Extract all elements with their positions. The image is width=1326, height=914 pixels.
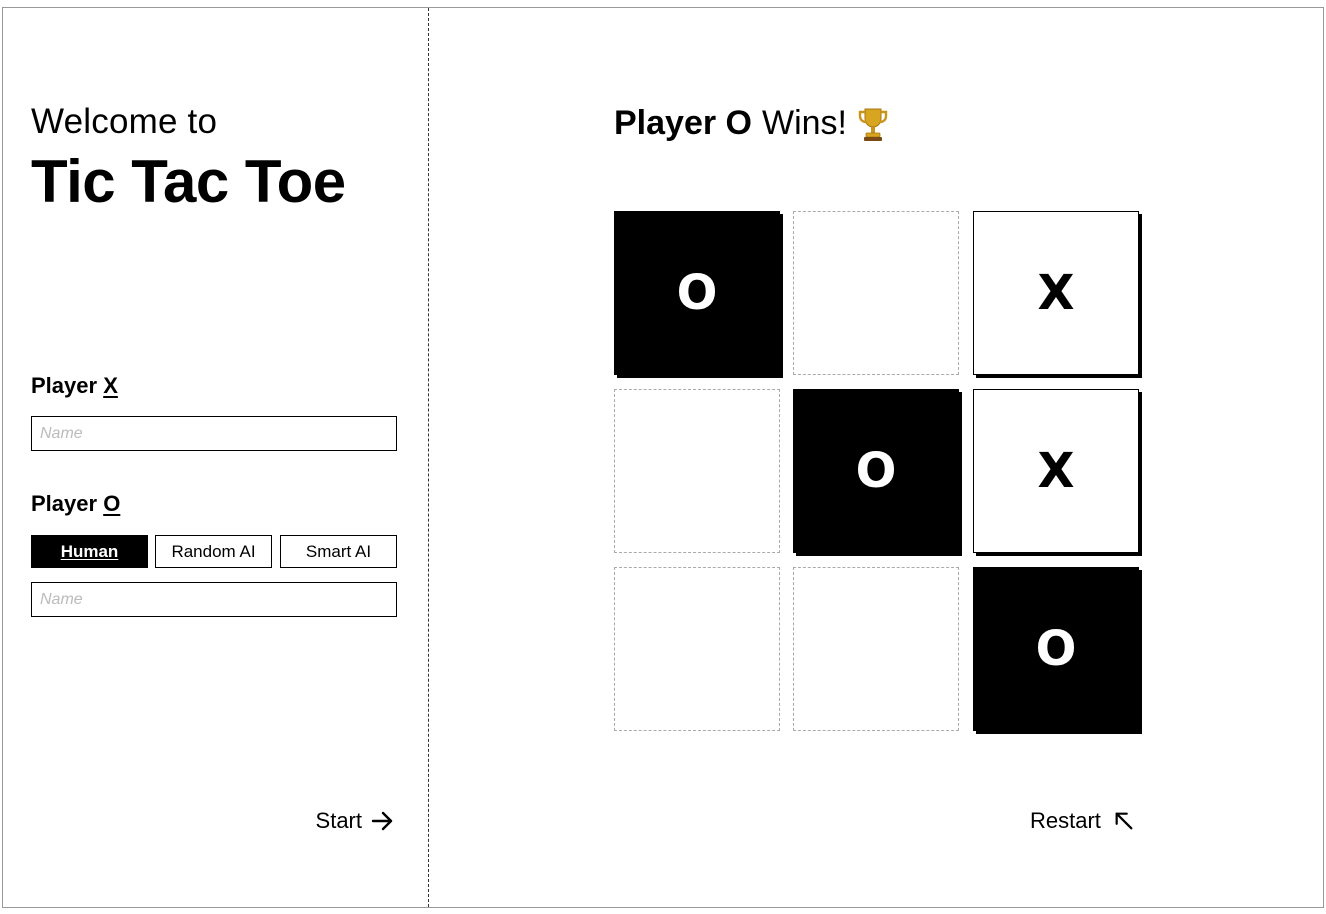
board-cell-x[interactable]: X [973, 389, 1139, 553]
board-cell-o[interactable]: O [973, 567, 1139, 731]
player-o-name-input[interactable] [31, 582, 397, 617]
player-o-label: Player O [31, 491, 120, 517]
board-cell-empty[interactable] [614, 567, 780, 731]
board-cell-empty[interactable] [614, 389, 780, 553]
game-status: Player O Wins! [614, 104, 889, 143]
mode-smart-ai-button[interactable]: Smart AI [280, 535, 397, 568]
game-board: O X O X O [614, 211, 1144, 736]
player-x-mark: X [103, 373, 118, 398]
board-cell-empty[interactable] [793, 211, 959, 375]
board-cell-empty[interactable] [793, 567, 959, 731]
mode-human-button[interactable]: Human [31, 535, 148, 568]
setup-panel: Welcome to Tic Tac Toe Player X Player O… [31, 0, 397, 914]
mode-random-ai-button[interactable]: Random AI [155, 535, 272, 568]
board-cell-o[interactable]: O [614, 211, 780, 375]
start-button[interactable]: Start [316, 808, 394, 834]
arrow-up-left-icon [1115, 812, 1133, 830]
start-label: Start [315, 808, 362, 833]
winner-name: Player O [614, 104, 752, 142]
status-text: Wins! [761, 104, 847, 142]
player-x-label-text: Player [31, 373, 98, 398]
app-title: Tic Tac Toe [31, 148, 346, 215]
panel-divider [428, 8, 429, 907]
player-o-mark: O [103, 491, 121, 516]
restart-button[interactable]: Restart [1030, 808, 1135, 834]
player-o-label-text: Player [31, 491, 98, 516]
player-x-label: Player X [31, 373, 118, 399]
restart-label: Restart [1030, 808, 1101, 833]
board-cell-x[interactable]: X [973, 211, 1139, 375]
trophy-icon [858, 108, 888, 141]
welcome-text: Welcome to [31, 102, 218, 141]
player-x-name-input[interactable] [31, 416, 397, 451]
arrow-right-icon [371, 811, 393, 831]
board-cell-o[interactable]: O [793, 389, 959, 553]
